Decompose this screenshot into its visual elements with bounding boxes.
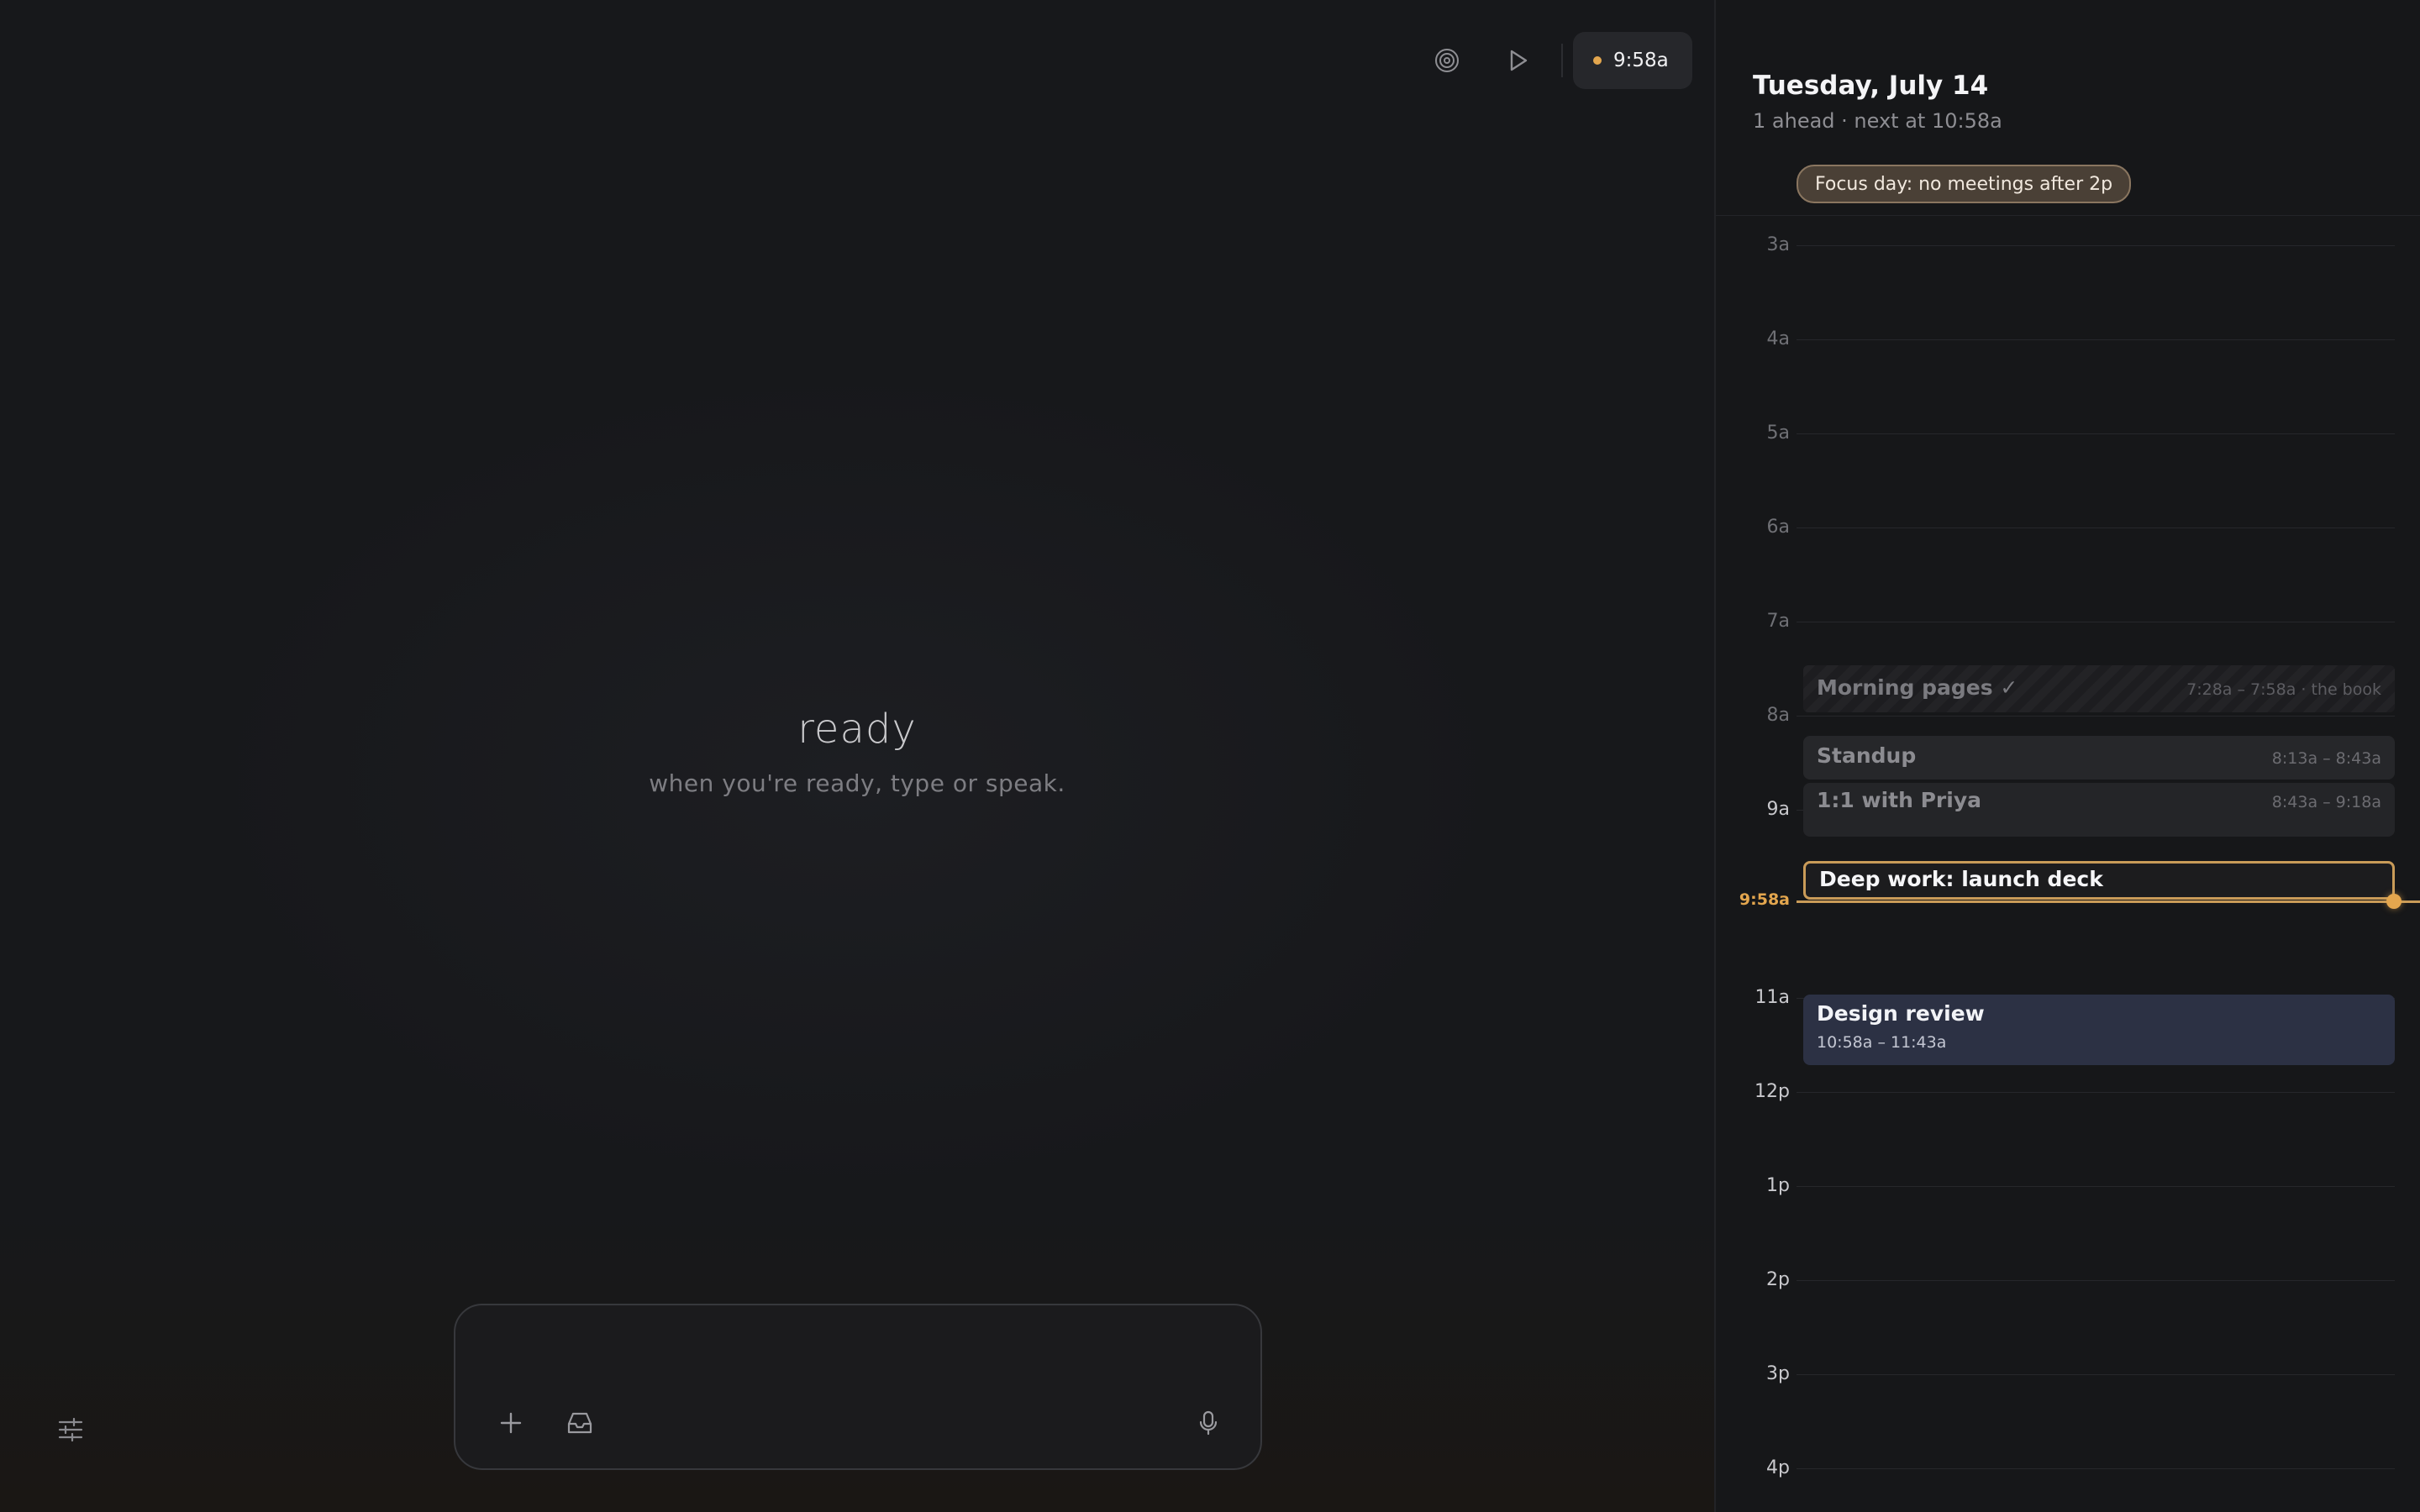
calendar-summary: 1 ahead · next at 10:58a [1753,109,2002,133]
clock-time: 9:58a [1613,50,1669,71]
hour-label: 4p [1766,1457,1790,1478]
plus-icon[interactable] [491,1403,531,1443]
event-time: 7:28a – 7:58a · the book [2186,680,2381,699]
sliders-icon[interactable] [50,1410,91,1450]
hour-label: 1p [1766,1175,1790,1196]
hour-line [1797,1468,2395,1469]
hour-label: 3a [1766,234,1790,255]
clock-button[interactable]: 9:58a [1573,32,1692,89]
hour-label: 6a [1766,517,1790,538]
play-icon[interactable] [1491,34,1544,87]
message-composer[interactable] [454,1304,1262,1470]
event-morning-pages[interactable]: Morning pages ✓ 7:28a – 7:58a · the book [1803,665,2395,712]
event-deep-work-current[interactable]: Deep work: launch deck [1803,861,2395,900]
event-one-on-one-priya[interactable]: 1:1 with Priya 8:43a – 9:18a [1803,783,2395,837]
hour-line [1797,433,2395,434]
event-time: 8:13a – 8:43a [2271,749,2381,768]
calendar-sidebar: Tuesday, July 14 1 ahead · next at 10:58… [1714,0,2420,1512]
hour-label: 2p [1766,1269,1790,1290]
microphone-icon[interactable] [1188,1403,1228,1443]
event-title: Standup [1817,743,1917,768]
calendar-date: Tuesday, July 14 [1753,71,1989,101]
toolbar: 9:58a [1420,32,1692,89]
event-title: Morning pages ✓ [1817,675,2018,700]
status-title: ready [797,706,917,753]
event-time: 10:58a – 11:43a [1817,1033,1947,1052]
empty-state: ready when you're ready, type or speak. [0,706,1714,797]
current-time-label: 9:58a [1739,890,1790,909]
hour-label: 12p [1754,1081,1790,1102]
recording-dot [1593,56,1602,65]
focus-note-badge[interactable]: Focus day: no meetings after 2p [1797,165,2132,203]
main-area: 9:58a ready when you're ready, type or s… [0,0,1714,1512]
hour-label: 8a [1766,705,1790,726]
event-time: 8:43a – 9:18a [2271,793,2381,811]
hour-label: 3p [1766,1363,1790,1384]
event-standup[interactable]: Standup 8:13a – 8:43a [1803,736,2395,780]
status-subtitle: when you're ready, type or speak. [649,769,1065,797]
sidebar-divider [1716,215,2420,216]
target-icon[interactable] [1420,34,1474,87]
hour-label: 4a [1766,328,1790,349]
inbox-icon[interactable] [560,1403,600,1443]
hour-line [1797,1280,2395,1281]
current-time-dot [2386,894,2402,909]
hour-label: 5a [1766,423,1790,444]
current-time-line [1797,900,2420,903]
event-title: 1:1 with Priya [1817,788,1981,812]
hour-line [1797,716,2395,717]
hour-line [1797,1186,2395,1187]
hour-label: 9a [1766,799,1790,820]
hour-label: 7a [1766,611,1790,632]
hour-line [1797,245,2395,246]
hour-line [1797,339,2395,340]
event-title: Design review [1817,1001,1985,1026]
event-title: Deep work: launch deck [1819,867,2103,891]
hour-line [1797,1092,2395,1093]
event-design-review[interactable]: Design review 10:58a – 11:43a [1803,995,2395,1065]
toolbar-divider [1561,44,1563,77]
hour-label: 11a [1754,987,1790,1008]
hour-line [1797,1374,2395,1375]
